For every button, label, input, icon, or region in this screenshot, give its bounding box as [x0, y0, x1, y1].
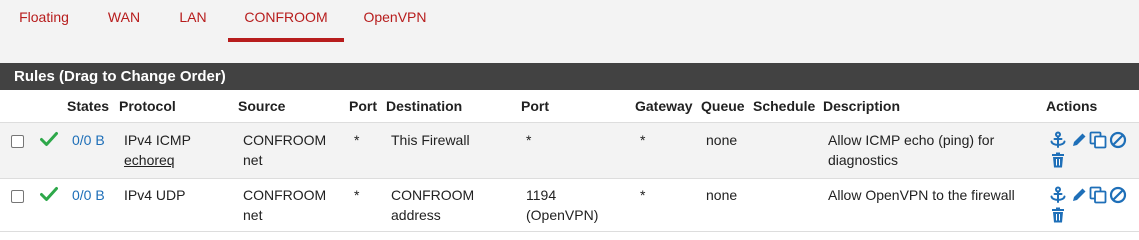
col-header-dest-port[interactable]: Port [521, 90, 549, 122]
tab-confroom[interactable]: CONFROOM [228, 0, 344, 42]
states-link[interactable]: 0/0 B [72, 130, 105, 150]
source-text-line2: net [243, 207, 263, 223]
trash-icon[interactable] [1049, 151, 1067, 169]
description-text: Allow ICMP echo (ping) for [828, 132, 995, 148]
anchor-icon[interactable] [1049, 186, 1067, 204]
queue-text: none [706, 187, 738, 203]
destination-text: CONFROOM [391, 187, 475, 203]
pencil-icon[interactable] [1070, 131, 1088, 149]
col-header-gateway[interactable]: Gateway [635, 90, 693, 122]
disable-icon[interactable] [1109, 186, 1127, 204]
icmp-type-link[interactable]: echoreq [124, 150, 175, 170]
dest-port-text: 1194 [526, 187, 557, 203]
gateway-text: * [640, 132, 646, 148]
col-header-queue[interactable]: Queue [701, 90, 745, 122]
checkmark-icon [40, 132, 58, 146]
panel-title: Rules (Drag to Change Order) [0, 63, 1139, 90]
tab-wan[interactable]: WAN [96, 0, 152, 42]
checkmark-icon [40, 187, 58, 201]
col-header-schedule[interactable]: Schedule [753, 90, 815, 122]
tab-lan[interactable]: LAN [166, 0, 220, 42]
queue-text: none [706, 132, 738, 148]
source-port-text: * [354, 132, 360, 148]
row-divider [0, 231, 1139, 232]
dest-port-text: * [526, 132, 532, 148]
protocol-text: IPv4 UDP [124, 187, 186, 203]
copy-icon[interactable] [1089, 131, 1107, 149]
row-select-checkbox[interactable] [11, 190, 24, 203]
col-header-source[interactable]: Source [238, 90, 285, 122]
col-header-destination[interactable]: Destination [386, 90, 462, 122]
col-header-source-port[interactable]: Port [349, 90, 377, 122]
rule-tabs: Floating WAN LAN CONFROOM OpenVPN [0, 0, 1139, 63]
gateway-text: * [640, 187, 646, 203]
col-header-protocol[interactable]: Protocol [119, 90, 176, 122]
states-link[interactable]: 0/0 B [72, 185, 105, 205]
destination-text-line2: address [391, 207, 441, 223]
pencil-icon[interactable] [1070, 186, 1088, 204]
trash-icon[interactable] [1049, 206, 1067, 224]
col-header-description[interactable]: Description [823, 90, 900, 122]
source-text: CONFROOM [243, 132, 327, 148]
row-select-checkbox[interactable] [11, 135, 24, 148]
source-port-text: * [354, 187, 360, 203]
dest-port-text-line2: (OpenVPN) [526, 207, 599, 223]
tab-openvpn[interactable]: OpenVPN [354, 0, 436, 42]
protocol-text: IPv4 ICMP [124, 132, 191, 148]
description-text: Allow OpenVPN to the firewall [828, 187, 1015, 203]
source-text-line2: net [243, 152, 263, 168]
destination-text: This Firewall [391, 132, 470, 148]
description-text-line2: diagnostics [828, 152, 899, 168]
col-header-states[interactable]: States [67, 90, 109, 122]
disable-icon[interactable] [1109, 131, 1127, 149]
tab-floating[interactable]: Floating [4, 0, 84, 42]
col-header-actions: Actions [1046, 98, 1098, 114]
anchor-icon[interactable] [1049, 131, 1067, 149]
copy-icon[interactable] [1089, 186, 1107, 204]
source-text: CONFROOM [243, 187, 327, 203]
